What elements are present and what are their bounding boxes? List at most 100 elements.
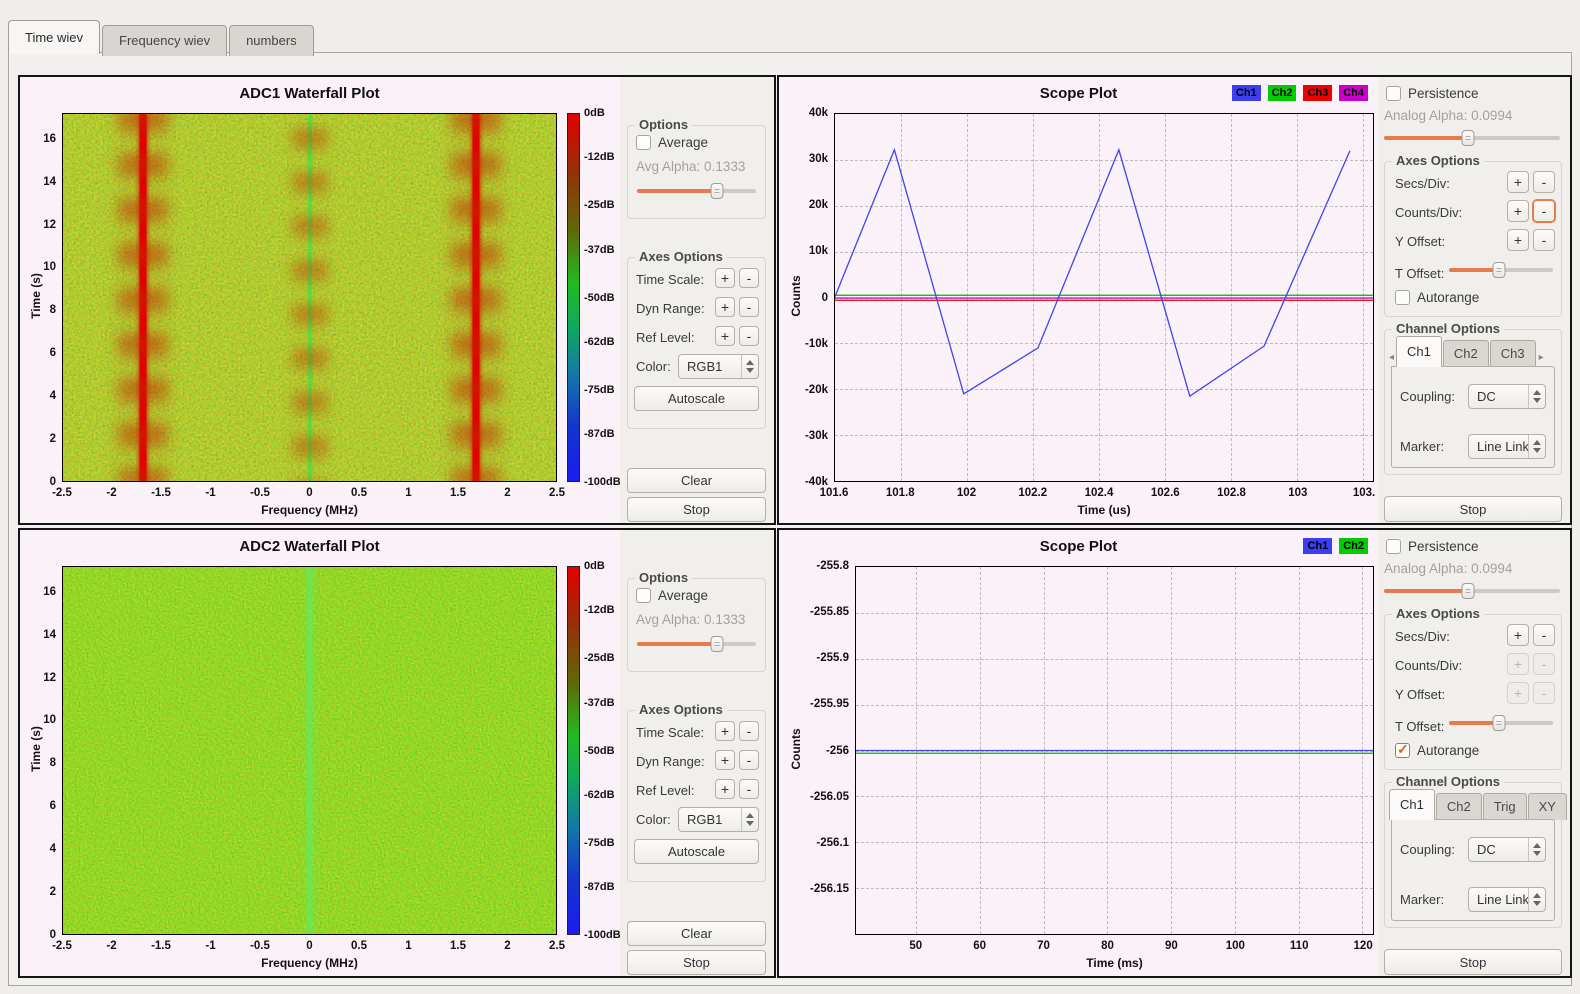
stop-button[interactable]: Stop xyxy=(627,950,766,975)
analog-alpha-slider[interactable] xyxy=(1384,129,1560,147)
tab-scroll-right-icon[interactable]: ▸ xyxy=(1537,352,1546,367)
counts-div-plus-button[interactable]: + xyxy=(1507,653,1529,675)
persistence-checkbox[interactable] xyxy=(1386,539,1401,554)
y-tick-label: -256 xyxy=(826,745,849,757)
autoscale-button[interactable]: Autoscale xyxy=(634,839,759,864)
scope2-canvas[interactable] xyxy=(855,566,1374,935)
axes-options-group-title: Axes Options xyxy=(635,249,727,264)
dyn-range-minus-button[interactable]: - xyxy=(739,750,759,770)
spinner-arrows-icon[interactable] xyxy=(1528,385,1545,408)
adc2-x-axis-ticks: -2.5-2-1.5-1-0.500.511.522.5 xyxy=(62,940,557,954)
secs-div-minus-button[interactable]: - xyxy=(1533,171,1555,193)
adc1-waterfall-canvas[interactable] xyxy=(62,113,557,482)
scope1-y-axis-ticks: 40k30k20k10k0-10k-20k-30k-40k xyxy=(779,113,831,482)
y-tick-label: 10 xyxy=(43,261,56,273)
channel-tab-xy[interactable]: XY xyxy=(1528,793,1567,820)
ref-level-minus-button[interactable]: - xyxy=(739,326,759,346)
avg-alpha-slider[interactable] xyxy=(637,182,756,200)
dyn-range-plus-button[interactable]: + xyxy=(715,750,735,770)
scope1-canvas[interactable] xyxy=(834,113,1374,482)
spinner-arrows-icon[interactable] xyxy=(741,355,758,378)
marker-select[interactable]: Line Link xyxy=(1468,434,1546,459)
x-tick-label: 102.8 xyxy=(1217,487,1246,499)
y-tick-label: 4 xyxy=(50,390,56,402)
time-scale-minus-button[interactable]: - xyxy=(739,268,759,288)
coupling-label: Coupling: xyxy=(1400,389,1455,404)
counts-div-minus-button[interactable]: - xyxy=(1533,653,1555,675)
spinner-arrows-icon[interactable] xyxy=(1528,435,1545,458)
coupling-select[interactable]: DC xyxy=(1468,384,1546,409)
avg-alpha-slider[interactable] xyxy=(637,635,756,653)
stop-button[interactable]: Stop xyxy=(627,497,766,522)
autorange-checkbox[interactable] xyxy=(1395,290,1410,305)
y-offset-plus-button[interactable]: + xyxy=(1507,682,1529,704)
marker-select[interactable]: Line Link xyxy=(1468,887,1546,912)
autorange-checkbox[interactable] xyxy=(1395,743,1410,758)
color-label: Color: xyxy=(636,359,671,374)
spinner-arrows-icon[interactable] xyxy=(741,808,758,831)
stop-button[interactable]: Stop xyxy=(1384,949,1562,975)
x-tick-label: 103 xyxy=(1288,487,1307,499)
ref-level-minus-button[interactable]: - xyxy=(739,779,759,799)
t-offset-slider[interactable] xyxy=(1449,714,1553,732)
secs-div-plus-button[interactable]: + xyxy=(1507,171,1529,193)
ref-level-plus-button[interactable]: + xyxy=(715,326,735,346)
colorbar-tick-label: -50dB xyxy=(584,745,615,757)
channel-tab-ch1[interactable]: Ch1 xyxy=(1396,336,1442,367)
legend-chip: Ch2 xyxy=(1339,538,1368,554)
channel-tab-ch2[interactable]: Ch2 xyxy=(1436,793,1482,820)
channel-tab-ch2[interactable]: Ch2 xyxy=(1443,340,1489,367)
clear-button[interactable]: Clear xyxy=(627,468,766,493)
scope2-legend: Ch1Ch2 xyxy=(1303,538,1368,554)
ref-level-plus-button[interactable]: + xyxy=(715,779,735,799)
channel-tab-ch1[interactable]: Ch1 xyxy=(1389,789,1435,820)
color-select[interactable]: RGB1 xyxy=(678,807,759,832)
spinner-arrows-icon[interactable] xyxy=(1528,838,1545,861)
y-tick-label: 6 xyxy=(50,347,56,359)
dyn-range-minus-button[interactable]: - xyxy=(739,297,759,317)
time-scale-minus-button[interactable]: - xyxy=(739,721,759,741)
t-offset-label: T Offset: xyxy=(1395,719,1444,734)
autoscale-button[interactable]: Autoscale xyxy=(634,386,759,411)
colorbar-tick-label: -25dB xyxy=(584,652,615,664)
y-offset-minus-button[interactable]: - xyxy=(1533,229,1555,251)
scope1-plot-region: Scope Plot Ch1Ch2Ch3Ch4 40k30k20k10k0-10… xyxy=(779,77,1378,523)
spinner-arrows-icon[interactable] xyxy=(1528,888,1545,911)
time-scale-plus-button[interactable]: + xyxy=(715,268,735,288)
legend-chip: Ch4 xyxy=(1339,85,1368,101)
x-tick-label: -2.5 xyxy=(52,940,72,952)
adc2-y-axis-label: Time (s) xyxy=(29,674,43,824)
stop-button[interactable]: Stop xyxy=(1384,496,1562,522)
clear-button[interactable]: Clear xyxy=(627,921,766,946)
colorbar-tick-label: -37dB xyxy=(584,697,615,709)
dyn-range-plus-button[interactable]: + xyxy=(715,297,735,317)
channel-tab-trig[interactable]: Trig xyxy=(1483,793,1527,820)
adc2-waterfall-canvas[interactable] xyxy=(62,566,557,935)
colorbar-tick-label: -12dB xyxy=(584,604,615,616)
time-scale-plus-button[interactable]: + xyxy=(715,721,735,741)
scope2-title: Scope Plot xyxy=(779,538,1378,555)
secs-div-minus-button[interactable]: - xyxy=(1533,624,1555,646)
secs-div-plus-button[interactable]: + xyxy=(1507,624,1529,646)
coupling-select[interactable]: DC xyxy=(1468,837,1546,862)
y-offset-plus-button[interactable]: + xyxy=(1507,229,1529,251)
channel-tab-ch3[interactable]: Ch3 xyxy=(1490,340,1536,367)
tab-time-wiev[interactable]: Time wiev xyxy=(8,20,100,54)
tab-frequency-wiev[interactable]: Frequency wiev xyxy=(102,25,227,56)
y-tick-label: 14 xyxy=(43,176,56,188)
average-checkbox[interactable] xyxy=(636,588,651,603)
y-offset-minus-button[interactable]: - xyxy=(1533,682,1555,704)
colorbar-tick-label: -62dB xyxy=(584,789,615,801)
scope-traces xyxy=(835,114,1373,481)
tab-numbers[interactable]: numbers xyxy=(229,25,314,56)
colorbar-tick-label: -12dB xyxy=(584,151,615,163)
tab-scroll-left-icon[interactable]: ◂ xyxy=(1387,352,1396,367)
coupling-select-value: DC xyxy=(1469,385,1528,408)
counts-div-plus-button[interactable]: + xyxy=(1507,200,1529,222)
counts-div-minus-button[interactable]: - xyxy=(1533,200,1555,222)
average-checkbox[interactable] xyxy=(636,135,651,150)
analog-alpha-slider[interactable] xyxy=(1384,582,1560,600)
persistence-checkbox[interactable] xyxy=(1386,86,1401,101)
color-select[interactable]: RGB1 xyxy=(678,354,759,379)
t-offset-slider[interactable] xyxy=(1449,261,1553,279)
